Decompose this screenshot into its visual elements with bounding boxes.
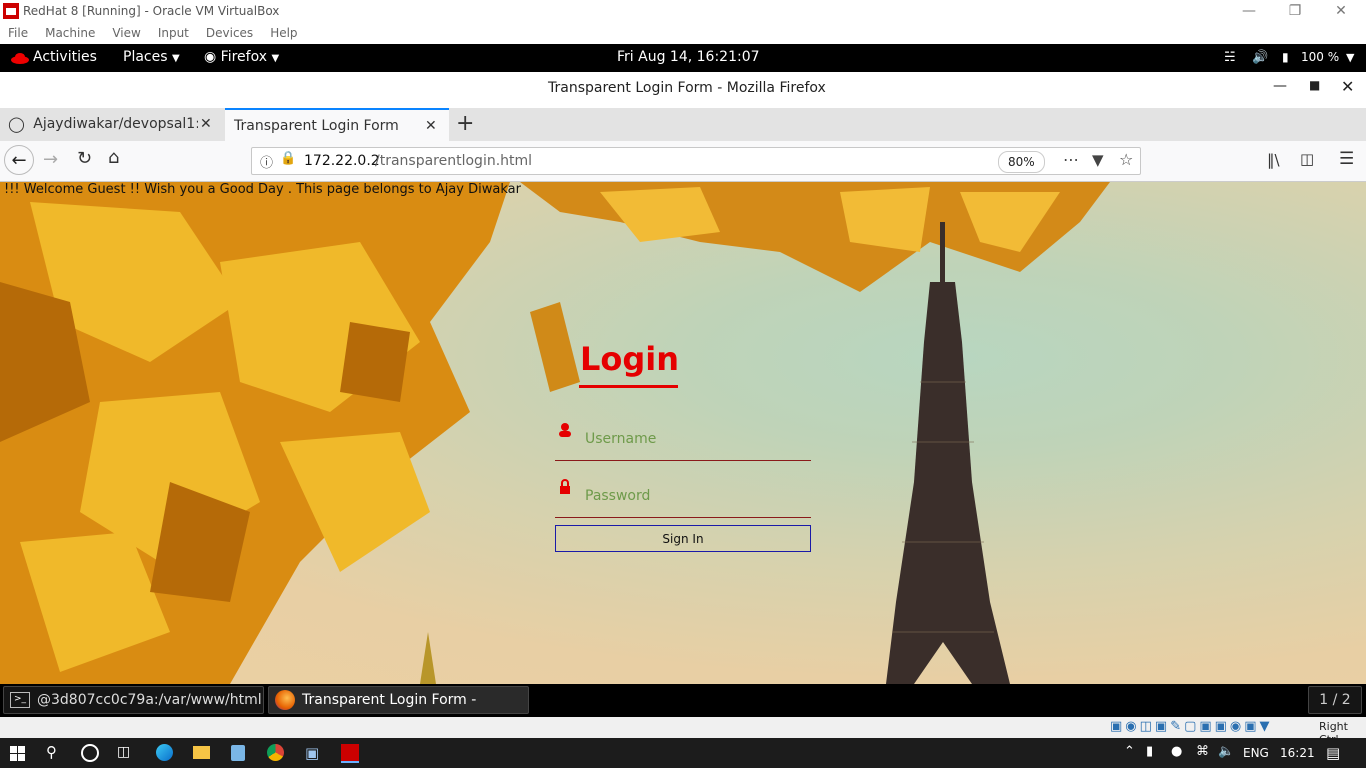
network-icon[interactable]: ☵ bbox=[1224, 44, 1236, 71]
user-icon bbox=[559, 423, 571, 437]
github-icon: ◯ bbox=[8, 115, 25, 133]
vbox-window-title: RedHat 8 [Running] - Oracle VM VirtualBo… bbox=[23, 4, 280, 18]
system-menu-chevron-icon[interactable]: ▼ bbox=[1346, 44, 1354, 71]
microphone-icon[interactable]: ● bbox=[1171, 744, 1182, 759]
menu-machine[interactable]: Machine bbox=[45, 23, 95, 44]
clock[interactable]: Fri Aug 14, 16:21:07 bbox=[617, 44, 760, 71]
windows-taskbar: ⚲ ◫ ▣ ⌃ ▮ ● ⌘ 🔈 ENG 16:21 ▤ bbox=[0, 738, 1366, 768]
wifi-icon[interactable]: ⌘ bbox=[1196, 744, 1209, 759]
sign-in-button[interactable]: Sign In bbox=[555, 525, 811, 552]
home-icon[interactable]: ⌂ bbox=[108, 147, 119, 168]
battery-label: 100 % bbox=[1301, 50, 1340, 64]
minimize-button[interactable]: — bbox=[1226, 0, 1272, 23]
search-icon[interactable]: ⚲ bbox=[46, 743, 57, 761]
edge-icon[interactable] bbox=[156, 744, 173, 761]
tab-strip: ◯ Ajaydiwakar/devopsal1: Th ✕ Transparen… bbox=[0, 108, 1366, 142]
terminal-task[interactable]: >_ @3d807cc0c79a:/var/www/html bbox=[3, 686, 264, 714]
url-bar[interactable]: ⓘ 🔒 172.22.0.2 /transparentlogin.html 80… bbox=[251, 147, 1141, 175]
password-field bbox=[555, 477, 811, 518]
hamburger-menu-icon[interactable]: ☰ bbox=[1339, 149, 1354, 169]
cortana-icon[interactable] bbox=[81, 744, 99, 762]
password-input[interactable] bbox=[583, 483, 807, 509]
terminal-icon: >_ bbox=[10, 692, 30, 708]
language-indicator[interactable]: ENG bbox=[1243, 746, 1269, 760]
places-label: Places bbox=[123, 49, 168, 65]
login-heading: Login bbox=[580, 340, 680, 378]
notifications-icon[interactable]: ▤ bbox=[1326, 744, 1340, 762]
back-arrow-icon[interactable]: ← bbox=[4, 145, 34, 175]
firefox-title-bar: Transparent Login Form - Mozilla Firefox… bbox=[0, 72, 1366, 109]
task-view-icon[interactable]: ◫ bbox=[117, 744, 130, 760]
menu-view[interactable]: View bbox=[112, 23, 140, 44]
ff-maximize-button[interactable]: ■ bbox=[1309, 78, 1320, 92]
tab-github[interactable]: ◯ Ajaydiwakar/devopsal1: Th ✕ bbox=[0, 108, 224, 141]
gnome-top-bar: Activities Places ▼ ◉ Firefox ▼ Fri Aug … bbox=[0, 44, 1366, 72]
vbox-title-bar: RedHat 8 [Running] - Oracle VM VirtualBo… bbox=[0, 0, 1366, 23]
chevron-down-icon: ▼ bbox=[171, 53, 180, 64]
username-field bbox=[555, 420, 811, 461]
firefox-app-menu[interactable]: ◉ Firefox ▼ bbox=[204, 44, 279, 72]
new-tab-plus-icon[interactable]: + bbox=[456, 111, 474, 136]
firefox-icon bbox=[275, 690, 295, 710]
vbox-menu-bar: File Machine View Input Devices Help bbox=[0, 23, 1366, 44]
vbox-device-icons[interactable]: ▣◉◫▣✎▢▣▣◉▣▼ bbox=[1110, 719, 1273, 734]
menu-help[interactable]: Help bbox=[270, 23, 297, 44]
sidebar-icon[interactable]: ◫ bbox=[1300, 150, 1314, 168]
gnome-window-list: >_ @3d807cc0c79a:/var/www/html Transpare… bbox=[0, 684, 1366, 734]
forward-arrow-icon[interactable]: → bbox=[43, 149, 58, 170]
battery-tray-icon[interactable]: ▮ bbox=[1146, 744, 1153, 759]
workspace-indicator[interactable]: 1 / 2 bbox=[1308, 686, 1362, 714]
virtualbox-icon[interactable]: ▣ bbox=[305, 744, 319, 762]
url-path: /transparentlogin.html bbox=[375, 153, 533, 169]
welcome-marquee: !!! Welcome Guest !! Wish you a Good Day… bbox=[4, 182, 521, 197]
places-menu[interactable]: Places ▼ bbox=[123, 44, 180, 72]
speaker-icon[interactable]: 🔈 bbox=[1218, 744, 1234, 759]
firefox-task[interactable]: Transparent Login Form - Mozilla ... bbox=[268, 686, 529, 734]
file-explorer-icon[interactable] bbox=[193, 746, 210, 759]
tab-login-label: Transparent Login Form bbox=[234, 118, 399, 134]
firefox-app-label: Firefox bbox=[220, 49, 268, 65]
vbox-status-bar: ▣◉◫▣✎▢▣▣◉▣▼ Right Ctrl bbox=[0, 717, 1366, 746]
volume-icon[interactable]: 🔊 bbox=[1252, 44, 1268, 71]
terminal-task-label: @3d807cc0c79a:/var/www/html bbox=[37, 692, 262, 708]
info-icon[interactable]: ⓘ bbox=[260, 152, 273, 171]
redhat-vm-taskbar-icon[interactable] bbox=[341, 744, 359, 763]
firefox-small-icon: ◉ bbox=[204, 49, 217, 65]
reload-icon[interactable]: ↻ bbox=[77, 148, 92, 169]
notepad-icon[interactable] bbox=[231, 745, 245, 761]
close-button[interactable]: ✕ bbox=[1318, 0, 1364, 23]
tab-login-form[interactable]: Transparent Login Form ✕ bbox=[225, 108, 449, 141]
redhat-hat-icon bbox=[11, 53, 29, 64]
navigation-toolbar: ← → ↻ ⌂ ⓘ 🔒 172.22.0.2 /transparentlogin… bbox=[0, 141, 1366, 182]
lock-icon bbox=[560, 479, 570, 494]
windows-start-icon[interactable] bbox=[10, 746, 25, 761]
zoom-indicator[interactable]: 80% bbox=[998, 151, 1045, 173]
tab-close-icon[interactable]: ✕ bbox=[425, 110, 437, 143]
firefox-window-title: Transparent Login Form - Mozilla Firefox bbox=[548, 80, 826, 96]
menu-file[interactable]: File bbox=[8, 23, 28, 44]
redhat-vm-icon bbox=[3, 3, 19, 19]
login-heading-underline bbox=[579, 385, 678, 388]
menu-devices[interactable]: Devices bbox=[206, 23, 253, 44]
library-icon[interactable]: ‖\ bbox=[1267, 151, 1280, 169]
activities-button[interactable]: Activities bbox=[33, 44, 97, 71]
battery-icon[interactable]: ▮ bbox=[1282, 44, 1289, 71]
page-actions-icon[interactable]: ⋯ bbox=[1063, 150, 1079, 169]
restore-button[interactable]: ❐ bbox=[1272, 0, 1318, 23]
tray-chevron-up-icon[interactable]: ⌃ bbox=[1124, 744, 1135, 759]
menu-input[interactable]: Input bbox=[158, 23, 189, 44]
chrome-icon[interactable] bbox=[267, 744, 284, 761]
chevron-down-icon: ▼ bbox=[271, 53, 280, 64]
ff-close-button[interactable]: ✕ bbox=[1341, 77, 1354, 96]
pocket-icon[interactable]: ▼ bbox=[1092, 151, 1104, 169]
tab-github-label: Ajaydiwakar/devopsal1: Th bbox=[33, 116, 199, 132]
page-content: !!! Welcome Guest !! Wish you a Good Day… bbox=[0, 182, 1366, 684]
tab-close-icon[interactable]: ✕ bbox=[200, 108, 212, 141]
url-host: 172.22.0.2 bbox=[304, 153, 380, 169]
insecure-lock-icon[interactable]: 🔒 bbox=[280, 151, 296, 166]
bookmark-star-icon[interactable]: ☆ bbox=[1119, 150, 1133, 169]
tray-clock[interactable]: 16:21 bbox=[1280, 746, 1315, 760]
username-input[interactable] bbox=[583, 426, 807, 452]
ff-minimize-button[interactable]: — bbox=[1273, 78, 1287, 94]
